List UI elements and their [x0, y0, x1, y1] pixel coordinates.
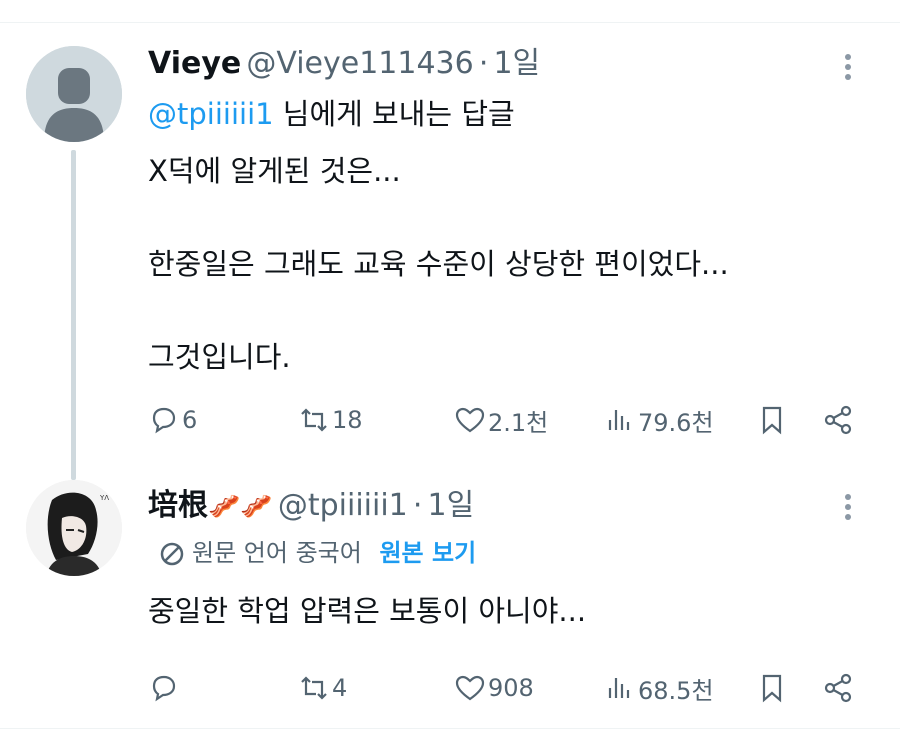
like-count: 908 — [488, 674, 534, 702]
repost-icon — [301, 408, 327, 432]
bottom-divider — [0, 728, 900, 729]
timestamp[interactable]: 1일 — [427, 488, 474, 523]
reply-to-label: 님에게 보내는 답글 — [273, 97, 515, 131]
avatar-tpiiiiii1[interactable]: ΥΛ — [26, 480, 122, 576]
bookmark-button[interactable] — [756, 668, 788, 708]
post1-text-line-3: 그것입니다. — [148, 340, 291, 374]
share-icon — [824, 673, 852, 703]
post1-text-line-2: 한중일은 그래도 교육 수준이 상당한 편이었다... — [148, 247, 729, 281]
reply-count: 6 — [182, 406, 198, 434]
post1-header: Vieye @Vieye111436 · 1일 — [148, 44, 540, 84]
separator-dot: · — [478, 46, 489, 81]
more-icon — [845, 54, 851, 60]
repost-button[interactable]: 18 — [298, 400, 363, 440]
more-options-button[interactable] — [836, 490, 860, 524]
views-icon — [608, 410, 630, 430]
share-icon — [824, 405, 852, 435]
reply-button[interactable] — [148, 668, 182, 708]
post1-action-bar: 6 18 2.1천 79.6천 — [148, 400, 864, 440]
post2-text-line-1: 중일한 학업 압력은 보통이 아니야... — [148, 594, 587, 628]
more-icon — [845, 494, 851, 500]
thread-connector — [71, 150, 76, 480]
reply-icon — [152, 675, 176, 702]
like-icon — [455, 407, 485, 433]
handle[interactable]: @tpiiiiii1 — [278, 488, 408, 523]
avatar-vieye[interactable] — [26, 46, 122, 142]
handle[interactable]: @Vieye111436 — [246, 46, 473, 81]
repost-icon — [301, 676, 327, 700]
replying-to: @tpiiiiii1 님에게 보내는 답글 — [148, 94, 515, 134]
more-options-button[interactable] — [836, 50, 860, 84]
translation-bar: 원문 언어 중국어 원본 보기 — [148, 536, 476, 570]
translate-icon — [160, 542, 184, 566]
share-button[interactable] — [822, 668, 854, 708]
show-original-link[interactable]: 원본 보기 — [379, 539, 476, 567]
like-count: 2.1천 — [488, 408, 549, 437]
bacon-emoji: 🥓🥓 — [208, 492, 273, 522]
timestamp[interactable]: 1일 — [493, 46, 540, 81]
reply-to-handle[interactable]: @tpiiiiii1 — [148, 97, 274, 131]
separator-dot: · — [412, 488, 423, 523]
bookmark-button[interactable] — [756, 400, 788, 440]
views-icon — [608, 678, 630, 698]
views-button[interactable]: 68.5천 — [604, 668, 714, 708]
display-name[interactable]: Vieye — [148, 46, 241, 81]
bookmark-icon — [762, 674, 782, 703]
display-name[interactable]: 培根 — [148, 488, 208, 523]
top-divider — [0, 22, 900, 23]
repost-count: 4 — [332, 674, 348, 702]
svg-text:ΥΛ: ΥΛ — [99, 494, 109, 502]
post2-header: 培根🥓🥓 @tpiiiiii1 · 1일 — [148, 486, 474, 526]
reply-icon — [152, 407, 176, 434]
translate-label: 원문 언어 중국어 — [192, 539, 362, 567]
views-count: 79.6천 — [638, 408, 714, 437]
bookmark-icon — [762, 406, 782, 435]
share-button[interactable] — [822, 400, 854, 440]
post1-text-line-1: X덕에 알게된 것은... — [148, 154, 401, 188]
repost-count: 18 — [332, 406, 363, 434]
default-avatar-icon — [26, 46, 122, 142]
views-button[interactable]: 79.6천 — [604, 400, 714, 440]
reply-button[interactable]: 6 — [148, 400, 197, 440]
repost-button[interactable]: 4 — [298, 668, 347, 708]
like-button[interactable]: 908 — [454, 668, 534, 708]
like-icon — [455, 675, 485, 701]
views-count: 68.5천 — [638, 676, 714, 705]
like-button[interactable]: 2.1천 — [454, 400, 548, 440]
post2-action-bar: 4 908 68.5천 — [148, 668, 864, 708]
anime-character-avatar: ΥΛ — [26, 480, 122, 576]
